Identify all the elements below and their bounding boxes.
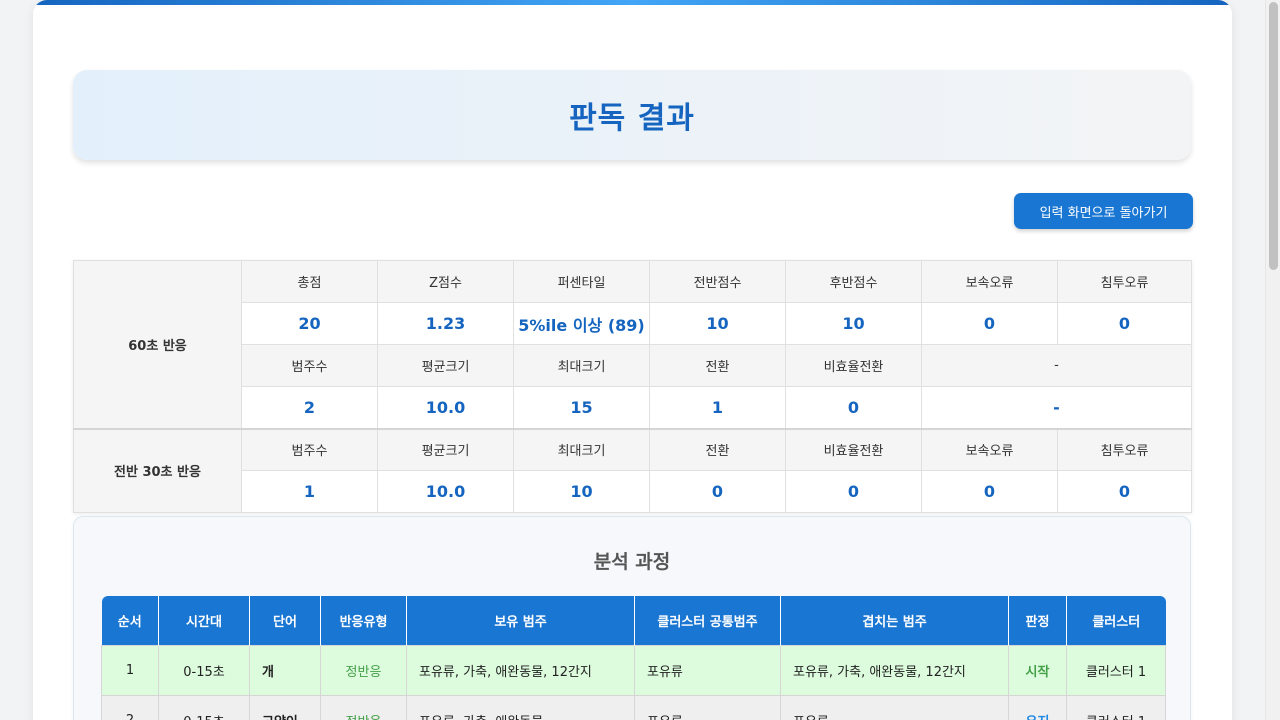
analysis-panel: 분석 과정 순서 시간대 단어 반응유형 보유 범주 클러스터 공통범주 겹치는… (73, 516, 1191, 720)
cell-order: 2 (101, 694, 159, 720)
cell-order: 1 (101, 644, 159, 696)
row30-values: 1 10.0 10 0 0 0 0 (74, 470, 1192, 513)
header-second-half-score: 후반점수 (785, 260, 922, 303)
value-second-half-score: 10 (785, 302, 922, 345)
title-banner: 판독 결과 (73, 70, 1191, 160)
header-intrusion-error: 침투오류 (1057, 260, 1192, 303)
scrollbar-thumb[interactable] (1269, 2, 1278, 270)
cell-word: 개 (249, 644, 321, 696)
value-max-size-30: 10 (513, 470, 650, 513)
col-word: 단어 (249, 596, 321, 645)
header-switch: 전환 (649, 344, 786, 387)
header-average-size-30: 평균크기 (377, 428, 514, 471)
value-category-count: 2 (241, 386, 378, 430)
header-max-size-30: 최대크기 (513, 428, 650, 471)
value-intrusion-error: 0 (1057, 302, 1192, 345)
col-cluster: 클러스터 (1066, 596, 1166, 645)
cell-judgement: 시작 (1008, 644, 1067, 696)
cell-cluster-common: 포유류 (634, 694, 781, 720)
value-inefficient-switch-30: 0 (785, 470, 922, 513)
value-first-half-score: 10 (649, 302, 786, 345)
value-empty: - (921, 386, 1192, 430)
header-total-score: 총점 (241, 260, 378, 303)
value-category-count-30: 1 (241, 470, 378, 513)
cell-cluster: 클러스터 1 (1066, 694, 1166, 720)
value-perseveration-error-30: 0 (921, 470, 1058, 513)
table-header-row: 순서 시간대 단어 반응유형 보유 범주 클러스터 공통범주 겹치는 범주 판정… (101, 596, 1166, 645)
value-inefficient-switch: 0 (785, 386, 922, 430)
table-row: 2 0-15초 고양이 정반응 포유류, 가축, 애완동물 포유류 포유류 유지… (101, 694, 1166, 720)
row60-values-2: 2 10.0 15 1 0 - (74, 386, 1192, 430)
table-row: 1 0-15초 개 정반응 포유류, 가축, 애완동물, 12간지 포유류 포유… (101, 644, 1166, 696)
col-held-categories: 보유 범주 (406, 596, 635, 645)
value-switch-30: 0 (649, 470, 786, 513)
header-perseveration-error: 보속오류 (921, 260, 1058, 303)
header-average-size: 평균크기 (377, 344, 514, 387)
cell-cluster-common: 포유류 (634, 644, 781, 696)
header-percentile: 퍼센타일 (513, 260, 650, 303)
value-z-score: 1.23 (377, 302, 514, 345)
header-first-half-score: 전반점수 (649, 260, 786, 303)
cell-cluster: 클러스터 1 (1066, 644, 1166, 696)
value-perseveration-error: 0 (921, 302, 1058, 345)
row60-values-1: 20 1.23 5%ile 이상 (89) 10 10 0 0 (74, 302, 1192, 345)
top-accent-bar (33, 0, 1232, 5)
value-intrusion-error-30: 0 (1057, 470, 1192, 513)
col-order: 순서 (101, 596, 159, 645)
value-average-size: 10.0 (377, 386, 514, 430)
header-category-count-30: 범주수 (241, 428, 378, 471)
analysis-process-table: 순서 시간대 단어 반응유형 보유 범주 클러스터 공통범주 겹치는 범주 판정… (101, 596, 1166, 720)
page-card: 판독 결과 입력 화면으로 돌아가기 60초 반응 총점 Z점수 퍼센타일 전반… (33, 0, 1232, 720)
cell-time: 0-15초 (158, 694, 250, 720)
header-z-score: Z점수 (377, 260, 514, 303)
col-judgement: 판정 (1008, 596, 1067, 645)
col-cluster-common: 클러스터 공통범주 (634, 596, 781, 645)
row30-label: 전반 30초 반응 (73, 428, 242, 513)
value-average-size-30: 10.0 (377, 470, 514, 513)
header-max-size: 최대크기 (513, 344, 650, 387)
cell-response-type: 정반응 (320, 644, 407, 696)
back-to-input-button[interactable]: 입력 화면으로 돌아가기 (1014, 193, 1193, 229)
row60-header-1: 60초 반응 총점 Z점수 퍼센타일 전반점수 후반점수 보속오류 침투오류 (73, 260, 1192, 430)
col-time: 시간대 (158, 596, 250, 645)
cell-response-type: 정반응 (320, 694, 407, 720)
value-total-score: 20 (241, 302, 378, 345)
cell-judgement: 유지 (1008, 694, 1067, 720)
row30-header: 전반 30초 반응 범주수 평균크기 최대크기 전환 비효율전환 보속오류 침투… (73, 428, 1192, 513)
header-intrusion-error-30: 침투오류 (1057, 428, 1192, 471)
cell-held-categories: 포유류, 가축, 애완동물 (406, 694, 635, 720)
analysis-title: 분석 과정 (593, 551, 671, 573)
value-percentile: 5%ile 이상 (89) (513, 302, 650, 345)
row60-header-2: 범주수 평균크기 최대크기 전환 비효율전환 - (74, 344, 1192, 387)
col-overlap-categories: 겹치는 범주 (780, 596, 1009, 645)
vertical-scrollbar[interactable] (1265, 0, 1280, 720)
header-empty: - (921, 344, 1192, 387)
col-response-type: 반응유형 (320, 596, 407, 645)
page-title: 판독 결과 (569, 101, 695, 136)
header-inefficient-switch-30: 비효율전환 (785, 428, 922, 471)
cell-held-categories: 포유류, 가축, 애완동물, 12간지 (406, 644, 635, 696)
row60-label: 60초 반응 (73, 260, 242, 430)
header-inefficient-switch: 비효율전환 (785, 344, 922, 387)
result-summary-table: 60초 반응 총점 Z점수 퍼센타일 전반점수 후반점수 보속오류 침투오류 2… (73, 260, 1192, 513)
header-switch-30: 전환 (649, 428, 786, 471)
cell-overlap-categories: 포유류 (780, 694, 1009, 720)
header-category-count: 범주수 (241, 344, 378, 387)
header-perseveration-error-30: 보속오류 (921, 428, 1058, 471)
cell-word: 고양이 (249, 694, 321, 720)
cell-overlap-categories: 포유류, 가축, 애완동물, 12간지 (780, 644, 1009, 696)
cell-time: 0-15초 (158, 644, 250, 696)
value-max-size: 15 (513, 386, 650, 430)
value-switch: 1 (649, 386, 786, 430)
